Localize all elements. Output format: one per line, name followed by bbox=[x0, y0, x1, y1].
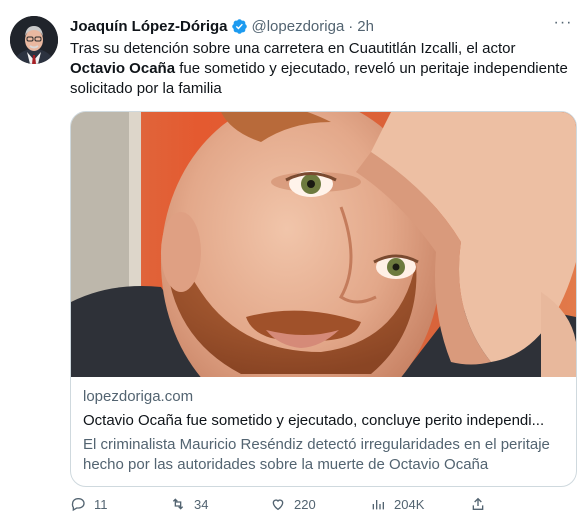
like-icon bbox=[272, 499, 284, 511]
like-button[interactable]: 220 bbox=[270, 496, 370, 512]
card-title: Octavio Ocaña fue sometido y ejecutado, … bbox=[83, 412, 545, 429]
tweet-text: Tras su detención sobre una carretera en… bbox=[70, 39, 570, 99]
more-icon[interactable]: ··· bbox=[553, 15, 573, 36]
card-description: El criminalista Mauricio Reséndiz detect… bbox=[83, 436, 550, 473]
reply-button[interactable]: 11 bbox=[70, 496, 170, 512]
reply-count: 11 bbox=[94, 496, 108, 512]
card-image[interactable] bbox=[71, 112, 576, 377]
verified-badge-icon bbox=[231, 18, 248, 35]
retweet-count: 34 bbox=[194, 496, 209, 512]
card-meta: lopezdoriga.com Octavio Ocaña fue someti… bbox=[83, 387, 565, 475]
link-card[interactable]: lopezdoriga.com Octavio Ocaña fue someti… bbox=[70, 111, 577, 487]
tweet[interactable]: Joaquín López-Dóriga @lopezdoriga · 2h ·… bbox=[0, 0, 583, 512]
avatar[interactable] bbox=[10, 16, 58, 64]
share-icon bbox=[472, 497, 484, 510]
retweet-icon bbox=[172, 498, 184, 510]
separator: · bbox=[348, 17, 354, 35]
tweet-text-part1: Tras su detención sobre una carretera en… bbox=[70, 40, 516, 57]
reply-icon bbox=[71, 498, 85, 512]
tweet-text-bold: Octavio Ocaña bbox=[70, 60, 176, 77]
action-bar: 11 34 220 204K bbox=[70, 496, 510, 512]
timestamp[interactable]: 2h bbox=[357, 18, 374, 35]
views-icon bbox=[372, 500, 384, 510]
share-button[interactable] bbox=[470, 496, 500, 512]
views-count: 204K bbox=[394, 496, 425, 512]
like-count: 220 bbox=[294, 496, 316, 512]
author-name[interactable]: Joaquín López-Dóriga bbox=[70, 18, 228, 35]
retweet-button[interactable]: 34 bbox=[170, 496, 270, 512]
views-button[interactable]: 204K bbox=[370, 496, 470, 512]
author-handle[interactable]: @lopezdoriga bbox=[252, 18, 345, 35]
card-domain: lopezdoriga.com bbox=[83, 388, 194, 405]
tweet-header: Joaquín López-Dóriga @lopezdoriga · 2h bbox=[70, 16, 374, 36]
